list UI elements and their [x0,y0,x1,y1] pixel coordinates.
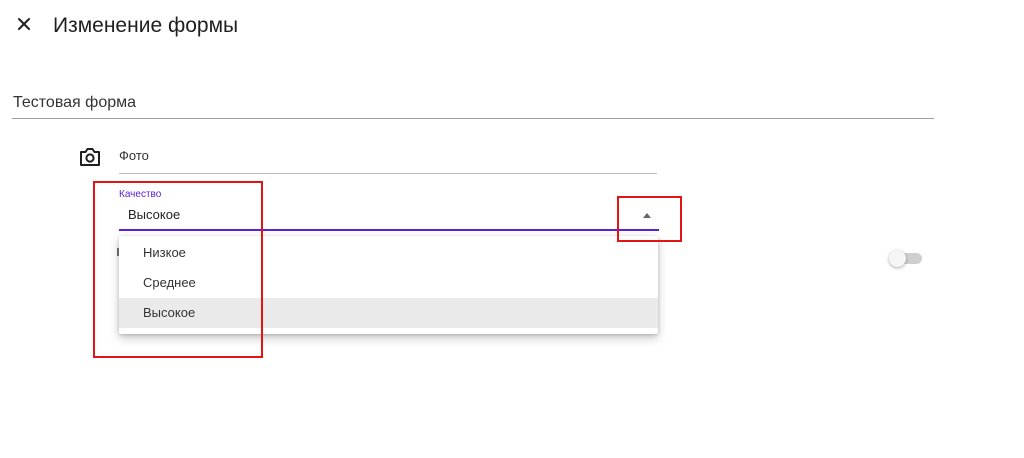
photo-field-label[interactable]: Фото [119,148,149,164]
highlight-box-select [93,181,263,358]
camera-icon[interactable] [79,147,101,167]
section-title: Тестовая форма [13,94,137,111]
section-divider [12,118,934,119]
toggle-thumb[interactable] [889,250,906,267]
page-title: Изменение формы [53,14,239,37]
photo-field-underline [119,173,657,174]
highlight-box-arrow [617,196,682,242]
close-icon [18,18,30,30]
close-button[interactable] [12,12,36,36]
